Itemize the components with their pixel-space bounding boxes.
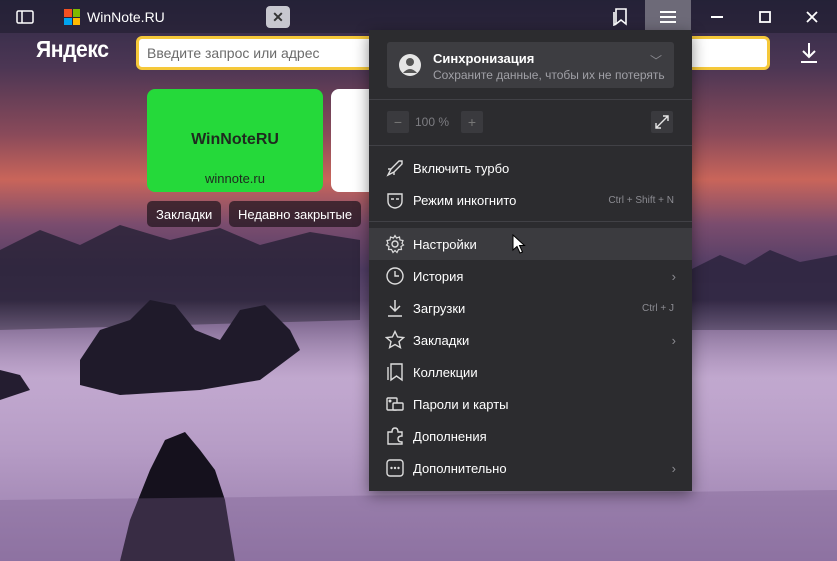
menu-item-label: Дополнения	[413, 428, 487, 444]
close-icon	[806, 10, 818, 23]
tab-title: WinNote.RU	[87, 9, 165, 25]
downloads-button[interactable]	[797, 40, 821, 66]
chevron-right-icon: ›	[671, 460, 676, 476]
zoom-in-button[interactable]: +	[461, 111, 483, 133]
incognito-icon	[387, 193, 403, 209]
menu-button[interactable]	[645, 0, 691, 33]
chevron-right-icon: ›	[671, 268, 676, 284]
address-input[interactable]	[147, 39, 367, 67]
hamburger-icon	[660, 10, 676, 23]
tile-url: winnote.ru	[205, 171, 265, 186]
menu-item-label: Загрузки	[413, 300, 466, 316]
sidebar-icon	[16, 9, 34, 24]
menu-item-addons[interactable]: Дополнения	[369, 420, 692, 452]
more-icon	[386, 459, 404, 477]
speed-dial-tile[interactable]: WinNoteRU winnote.ru	[147, 89, 323, 192]
tab-winnote[interactable]: WinNote.RU	[55, 4, 255, 30]
menu-item-label: Дополнительно	[413, 460, 507, 476]
download-icon	[388, 300, 402, 317]
bookmarks-pill[interactable]: Закладки	[147, 201, 222, 227]
browser-menu: Синхронизация Сохраните данные, чтобы их…	[369, 30, 692, 491]
shortcut-hint: Ctrl + Shift + N	[608, 194, 674, 206]
menu-item-turbo[interactable]: Включить турбо	[369, 152, 692, 184]
minimize-icon	[711, 15, 723, 18]
maximize-icon	[759, 10, 771, 23]
menu-item-label: Настройки	[413, 236, 477, 252]
yandex-logo[interactable]: Яндекс	[36, 36, 109, 63]
chevron-down-icon: ﹀	[649, 54, 662, 68]
menu-item-label: Коллекции	[413, 364, 478, 380]
sidebar-toggle-button[interactable]	[8, 0, 42, 33]
avatar	[399, 54, 421, 76]
rocket-icon	[386, 160, 403, 177]
collections-button[interactable]	[606, 0, 634, 33]
close-icon: ✕	[272, 8, 284, 25]
shortcut-hint: Ctrl + J	[642, 302, 674, 314]
fullscreen-button[interactable]	[651, 111, 673, 133]
speed-dial-tile-partial[interactable]	[331, 89, 371, 192]
divider	[369, 99, 692, 100]
menu-item-bookmarks[interactable]: Закладки ›	[369, 324, 692, 356]
menu-item-settings[interactable]: Настройки	[369, 228, 692, 260]
menu-item-collections[interactable]: Коллекции	[369, 356, 692, 388]
maximize-button[interactable]	[748, 0, 782, 33]
star-icon	[385, 330, 405, 350]
menu-item-more[interactable]: Дополнительно ›	[369, 452, 692, 484]
divider	[369, 145, 692, 146]
menu-item-label: Режим инкогнито	[413, 192, 517, 208]
mouse-cursor-icon	[512, 234, 526, 254]
sync-panel[interactable]: Синхронизация Сохраните данные, чтобы их…	[387, 42, 674, 88]
tile-title: WinNoteRU	[191, 131, 279, 148]
sync-subtitle: Сохраните данные, чтобы их не потерять	[433, 68, 665, 82]
bookmark-icon	[387, 363, 403, 382]
zoom-out-button[interactable]: −	[387, 111, 409, 133]
chevron-right-icon: ›	[671, 332, 676, 348]
menu-item-label: Включить турбо	[413, 160, 510, 176]
menu-item-label: Пароли и карты	[413, 396, 509, 412]
minimize-button[interactable]	[700, 0, 734, 33]
download-icon	[801, 43, 817, 63]
bookmarks-stack-icon	[613, 7, 627, 26]
sync-title: Синхронизация	[433, 51, 535, 66]
menu-item-downloads[interactable]: Загрузки Ctrl + J	[369, 292, 692, 324]
divider	[369, 221, 692, 222]
close-window-button[interactable]	[795, 0, 829, 33]
menu-item-incognito[interactable]: Режим инкогнито Ctrl + Shift + N	[369, 184, 692, 216]
recently-closed-pill[interactable]: Недавно закрытые	[229, 201, 362, 227]
gear-icon	[385, 234, 405, 254]
fullscreen-icon	[655, 115, 669, 129]
puzzle-icon	[387, 427, 403, 445]
menu-item-label: История	[413, 268, 464, 284]
windows-logo-icon	[64, 9, 80, 25]
menu-item-label: Закладки	[413, 332, 470, 348]
zoom-value: 100 %	[415, 115, 450, 129]
menu-item-history[interactable]: История ›	[369, 260, 692, 292]
menu-item-passwords[interactable]: Пароли и карты	[369, 388, 692, 420]
tab-close-button[interactable]: ✕	[266, 6, 290, 28]
key-card-icon	[386, 397, 404, 411]
clock-icon	[386, 267, 404, 285]
user-icon	[403, 58, 417, 73]
